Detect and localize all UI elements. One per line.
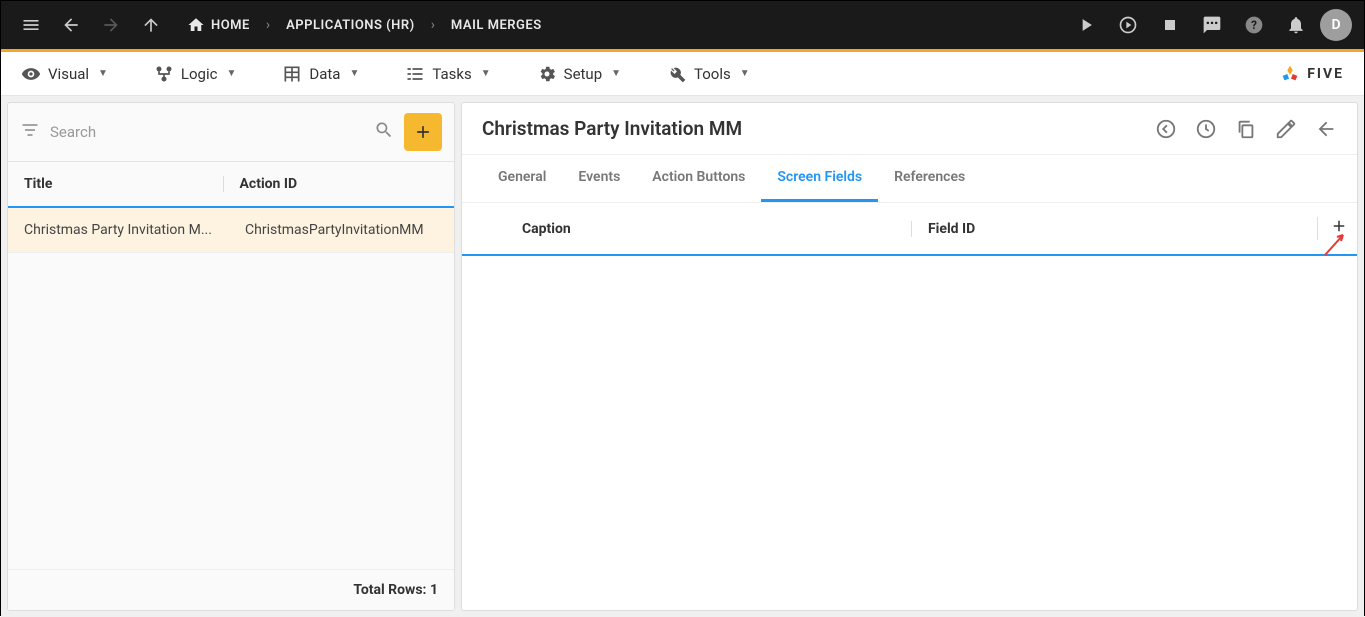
breadcrumb-label: MAIL MERGES xyxy=(451,18,542,33)
up-icon[interactable] xyxy=(133,7,169,43)
forward-icon[interactable] xyxy=(93,7,129,43)
tab-events[interactable]: Events xyxy=(562,155,636,202)
chevron-down-icon: ▼ xyxy=(481,68,491,79)
chat-icon[interactable] xyxy=(1194,7,1230,43)
tool-data[interactable]: Data ▼ xyxy=(282,64,359,84)
edit-icon[interactable] xyxy=(1275,118,1297,140)
detail-header: Christmas Party Invitation MM xyxy=(462,103,1357,155)
chevron-down-icon: ▼ xyxy=(740,68,750,79)
help-icon[interactable]: ? xyxy=(1236,7,1272,43)
col-fieldid-header[interactable]: Field ID xyxy=(911,221,1317,237)
tab-action-buttons[interactable]: Action Buttons xyxy=(636,155,761,202)
tool-label: Visual xyxy=(48,65,89,83)
search-input[interactable] xyxy=(50,123,364,141)
history-icon[interactable] xyxy=(1195,118,1217,140)
tabs: General Events Action Buttons Screen Fie… xyxy=(462,155,1357,203)
add-field-button[interactable] xyxy=(1317,217,1337,240)
menu-icon[interactable] xyxy=(13,7,49,43)
logo-icon xyxy=(1279,63,1301,85)
tab-references[interactable]: References xyxy=(878,155,981,202)
tool-tasks[interactable]: Tasks ▼ xyxy=(405,64,490,84)
search-icon[interactable] xyxy=(374,120,394,144)
chevron-right-icon: › xyxy=(256,17,280,33)
col-caption-header[interactable]: Caption xyxy=(482,221,911,237)
tab-screen-fields[interactable]: Screen Fields xyxy=(761,155,878,202)
breadcrumb-label: HOME xyxy=(211,18,250,33)
topbar: HOME › APPLICATIONS (HR) › MAIL MERGES ? xyxy=(1,1,1364,49)
tool-tools[interactable]: Tools ▼ xyxy=(667,64,750,84)
back-icon[interactable] xyxy=(53,7,89,43)
right-panel: Christmas Party Invitation MM xyxy=(461,102,1358,611)
add-button[interactable] xyxy=(404,113,442,151)
sub-table-header: Caption Field ID xyxy=(462,203,1357,256)
topbar-left: HOME › APPLICATIONS (HR) › MAIL MERGES xyxy=(13,7,548,43)
chevron-down-icon: ▼ xyxy=(349,68,359,79)
topbar-right: ? D xyxy=(1068,7,1352,43)
breadcrumb-label: APPLICATIONS (HR) xyxy=(286,18,415,33)
avatar-initial: D xyxy=(1331,17,1340,33)
table-row[interactable]: Christmas Party Invitation M... Christma… xyxy=(8,208,454,253)
tool-label: Data xyxy=(309,65,340,83)
play-icon[interactable] xyxy=(1068,7,1104,43)
breadcrumb-mailmerges[interactable]: MAIL MERGES xyxy=(445,18,548,33)
detail-actions xyxy=(1155,118,1337,140)
footer-count: 1 xyxy=(430,582,438,598)
left-panel: Title Action ID Christmas Party Invitati… xyxy=(7,102,455,611)
tool-setup[interactable]: Setup ▼ xyxy=(537,64,621,84)
left-footer: Total Rows: 1 xyxy=(8,569,454,610)
tool-logic[interactable]: Logic ▼ xyxy=(154,64,236,84)
filter-icon[interactable] xyxy=(20,120,40,144)
breadcrumb: HOME › APPLICATIONS (HR) › MAIL MERGES xyxy=(181,16,548,34)
bell-icon[interactable] xyxy=(1278,7,1314,43)
avatar[interactable]: D xyxy=(1320,9,1352,41)
tool-label: Logic xyxy=(181,65,218,83)
search-row xyxy=(8,103,454,162)
detail-title: Christmas Party Invitation MM xyxy=(482,117,742,140)
stop-icon[interactable] xyxy=(1152,7,1188,43)
col-actionid-header[interactable]: Action ID xyxy=(223,176,439,192)
main: Title Action ID Christmas Party Invitati… xyxy=(1,96,1364,617)
chevron-right-icon: › xyxy=(421,17,445,33)
breadcrumb-home[interactable]: HOME xyxy=(181,16,256,34)
tool-label: Tasks xyxy=(432,65,471,83)
tool-visual[interactable]: Visual ▼ xyxy=(21,64,108,84)
logo: FIVE xyxy=(1279,63,1344,85)
left-table: Title Action ID Christmas Party Invitati… xyxy=(8,162,454,569)
chevron-down-icon: ▼ xyxy=(226,68,236,79)
tool-label: Tools xyxy=(694,65,731,83)
tab-general[interactable]: General xyxy=(482,155,562,202)
left-table-header: Title Action ID xyxy=(8,162,454,208)
cell-actionid: ChristmasPartyInvitationMM xyxy=(229,222,438,238)
cell-title: Christmas Party Invitation M... xyxy=(24,222,229,238)
back-circle-icon[interactable] xyxy=(1155,118,1177,140)
toolbar: Visual ▼ Logic ▼ Data ▼ Tasks ▼ Setup ▼ … xyxy=(1,52,1364,96)
back-arrow-icon[interactable] xyxy=(1315,118,1337,140)
footer-label: Total Rows: xyxy=(353,582,426,598)
play-circle-icon[interactable] xyxy=(1110,7,1146,43)
chevron-down-icon: ▼ xyxy=(98,68,108,79)
chevron-down-icon: ▼ xyxy=(611,68,621,79)
svg-text:?: ? xyxy=(1251,18,1257,32)
copy-icon[interactable] xyxy=(1235,118,1257,140)
tool-label: Setup xyxy=(564,65,602,83)
col-title-header[interactable]: Title xyxy=(24,176,223,192)
logo-text: FIVE xyxy=(1307,66,1344,82)
breadcrumb-applications[interactable]: APPLICATIONS (HR) xyxy=(280,18,421,33)
